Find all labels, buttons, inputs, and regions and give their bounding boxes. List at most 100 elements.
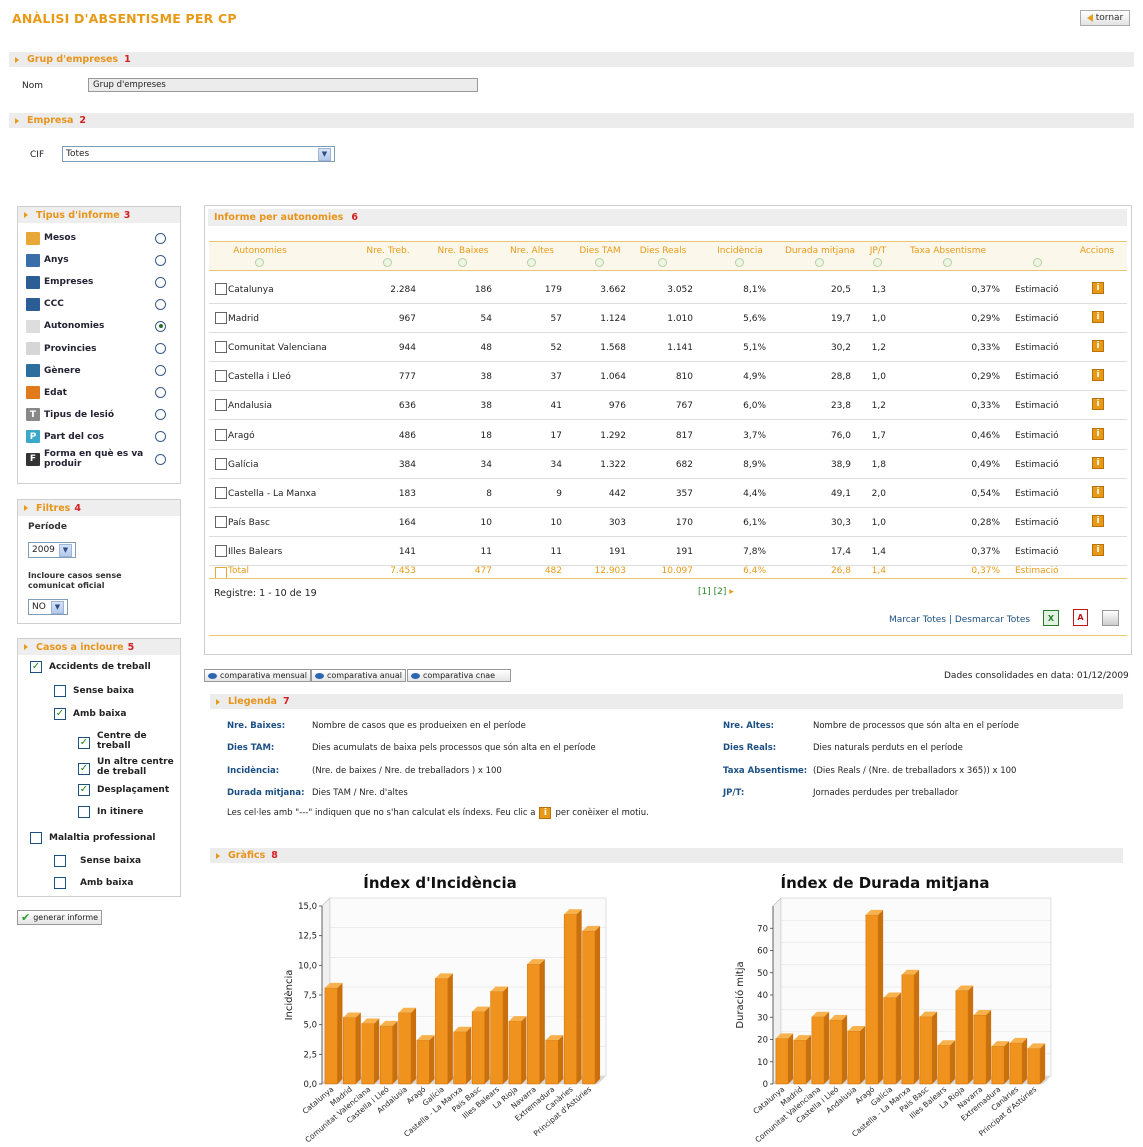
pdf-export-icon[interactable]: A — [1073, 609, 1088, 626]
tipus-option-3[interactable]: CCC — [26, 295, 166, 313]
section-grafics[interactable]: Gràfics 8 — [210, 848, 1123, 863]
info-icon[interactable]: i — [1092, 456, 1104, 469]
nom-field[interactable]: Grup d'empreses — [88, 78, 478, 92]
malaltia-checkbox[interactable]: Malaltia professional — [30, 832, 156, 844]
info-icon[interactable]: i — [1092, 427, 1104, 440]
column-header[interactable]: Accions — [1052, 246, 1142, 256]
radio-button[interactable] — [155, 453, 166, 465]
info-icon[interactable]: i — [1092, 543, 1104, 556]
tipus-option-6[interactable]: Gènere — [26, 362, 166, 380]
section-llegenda[interactable]: Llegenda 7 — [210, 694, 1123, 709]
altre-centre-checkbox[interactable]: ✓ Un altre centre de treball — [78, 757, 177, 777]
column-header[interactable]: Incidència — [695, 246, 785, 256]
info-icon[interactable]: i — [1092, 514, 1104, 527]
tipus-informe-panel: Tipus d'informe 3 Mesos Anys Empreses CCC Aut… — [17, 206, 181, 484]
info-icon[interactable]: i — [1092, 369, 1104, 382]
comparativa-cnae-button[interactable]: comparativa cnae — [407, 669, 511, 682]
sort-icon[interactable] — [815, 258, 824, 267]
info-icon[interactable]: i — [1092, 398, 1104, 411]
comparativa-mensual-button[interactable]: comparativa mensual — [204, 669, 311, 682]
cell-value: 1.010 — [667, 314, 693, 325]
cif-select[interactable]: Totes ▼ — [62, 146, 335, 162]
radio-button[interactable] — [155, 343, 166, 354]
marcar-totes-link[interactable]: Marcar Totes — [889, 615, 946, 625]
tipus-option-10[interactable]: F Forma en què es va produir — [26, 449, 166, 469]
centre-treball-checkbox[interactable]: ✓ Centre de treball — [78, 731, 165, 751]
row-checkbox[interactable] — [215, 515, 227, 528]
radio-button[interactable] — [155, 320, 166, 332]
row-checkbox[interactable] — [215, 486, 227, 499]
tipus-option-8[interactable]: T Tipus de lesió — [26, 406, 166, 424]
tipus-option-5[interactable]: Provincies — [26, 340, 166, 358]
accidents-checkbox[interactable]: ✓ Accidents de treball — [30, 661, 151, 673]
section-grup-empreses[interactable]: Grup d'empreses 1 — [9, 52, 1134, 67]
generar-informe-button[interactable]: ✔ generar informe — [17, 910, 103, 925]
desmarcar-totes-link[interactable]: Desmarcar Totes — [955, 615, 1030, 625]
sort-icon[interactable] — [1033, 258, 1042, 267]
tipus-option-9[interactable]: P Part del cos — [26, 428, 166, 446]
sort-icon[interactable] — [595, 258, 604, 267]
filtres-title[interactable]: Filtres 4 — [18, 500, 180, 516]
row-checkbox[interactable] — [215, 283, 227, 295]
row-checkbox[interactable] — [215, 399, 227, 412]
incloure-select[interactable]: NO ▼ — [28, 599, 68, 615]
sort-icon[interactable] — [943, 258, 952, 267]
tipus-option-7[interactable]: Edat — [26, 384, 166, 402]
back-button[interactable]: tornar — [1080, 10, 1130, 26]
tipus-option-0[interactable]: Mesos — [26, 229, 166, 247]
pager[interactable]: [1] [2] ▸ — [698, 587, 734, 597]
info-icon[interactable]: i — [1092, 282, 1104, 294]
section-empresa[interactable]: Empresa 2 — [9, 113, 1134, 128]
sort-icon[interactable] — [873, 258, 882, 267]
radio-button[interactable] — [155, 276, 166, 288]
radio-button[interactable] — [155, 431, 166, 443]
sense-baixa-checkbox[interactable]: Sense baixa — [54, 685, 134, 697]
sort-icon[interactable] — [458, 258, 467, 267]
row-checkbox[interactable] — [215, 370, 227, 383]
row-checkbox[interactable] — [215, 457, 227, 470]
radio-button[interactable] — [155, 232, 166, 244]
informe-title[interactable]: Informe per autonomies 6 — [208, 209, 1127, 226]
print-icon[interactable] — [1102, 610, 1119, 626]
column-header[interactable]: Autonomies — [215, 246, 305, 256]
casos-title[interactable]: Casos a incloure 5 — [18, 639, 180, 655]
radio-button[interactable] — [155, 365, 166, 377]
row-checkbox[interactable] — [215, 341, 227, 354]
pager-next-icon[interactable]: ▸ — [729, 587, 734, 597]
sort-icon[interactable] — [383, 258, 392, 267]
comparativa-anual-button[interactable]: comparativa anual — [311, 669, 406, 682]
sort-icon[interactable] — [527, 258, 536, 267]
tipus-option-2[interactable]: Empreses — [26, 273, 166, 291]
tipus-informe-title[interactable]: Tipus d'informe 3 — [18, 207, 180, 223]
sort-icon[interactable] — [255, 258, 264, 267]
info-icon[interactable]: i — [1092, 311, 1104, 324]
cell-value: Estimació — [1015, 546, 1059, 557]
radio-button[interactable] — [155, 298, 166, 310]
radio-button[interactable] — [155, 254, 166, 266]
row-checkbox[interactable] — [215, 428, 227, 441]
checkbox-label: In itinere — [97, 807, 144, 817]
sort-icon[interactable] — [658, 258, 667, 267]
itinere-checkbox[interactable]: In itinere — [78, 806, 143, 818]
amb-baixa-checkbox[interactable]: ✓ Amb baixa — [54, 708, 126, 720]
radio-button[interactable] — [155, 387, 166, 399]
radio-button[interactable] — [155, 409, 166, 421]
excel-export-icon[interactable]: X — [1043, 610, 1059, 626]
tipus-option-label: Part del cos — [44, 431, 104, 442]
m-sense-baixa-checkbox[interactable]: Sense baixa — [54, 855, 141, 867]
row-checkbox[interactable] — [215, 544, 227, 557]
tipus-option-4[interactable]: Autonomies — [26, 317, 166, 335]
periode-select[interactable]: 2009 ▼ — [28, 542, 76, 558]
tipus-option-1[interactable]: Anys — [26, 251, 166, 269]
row-checkbox[interactable] — [215, 312, 227, 325]
legend-key: Nre. Baixes: — [227, 721, 286, 731]
info-icon[interactable]: i — [1092, 485, 1104, 498]
info-icon[interactable]: i — [1092, 340, 1104, 353]
sort-icon[interactable] — [735, 258, 744, 267]
desplacament-checkbox[interactable]: ✓ Desplaçament — [78, 784, 169, 796]
legend-value: Dies TAM / Nre. d'altes — [312, 787, 408, 798]
total-checkbox[interactable] — [215, 567, 227, 578]
m-amb-baixa-checkbox[interactable]: Amb baixa — [54, 877, 133, 889]
column-header[interactable]: Taxa Absentisme — [903, 246, 993, 256]
pager-links[interactable]: [1] [2] — [698, 587, 726, 597]
